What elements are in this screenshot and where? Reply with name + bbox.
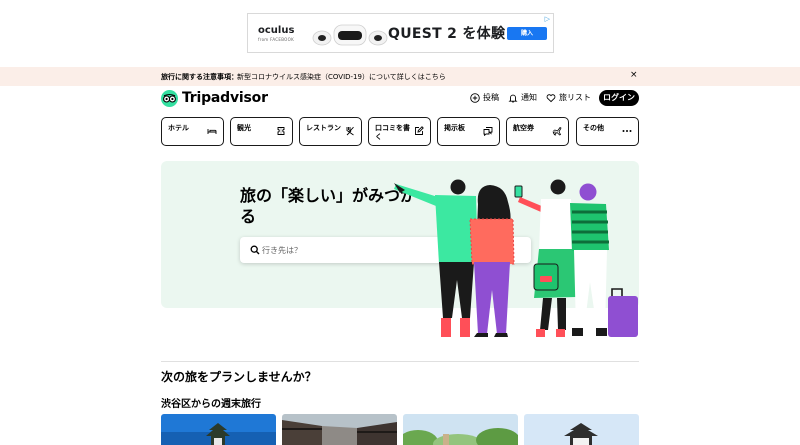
destination-card-3[interactable] xyxy=(403,414,518,445)
edit-icon xyxy=(415,126,424,135)
street-photo xyxy=(282,414,397,445)
chat-icon xyxy=(483,127,493,136)
logo-text: Tripadvisor xyxy=(182,90,268,106)
plus-circle-icon xyxy=(470,92,480,103)
more-icon xyxy=(622,130,632,132)
category-hotels[interactable]: ホテル xyxy=(161,117,224,146)
heart-icon xyxy=(546,93,556,102)
utensils-icon xyxy=(346,126,354,136)
category-label: レストラン xyxy=(306,124,341,132)
category-label: 航空券 xyxy=(513,124,534,132)
covid-notice-bar: 旅行に関する注意事項： 新型コロナウイルス感染症（COVID-19）について詳し… xyxy=(0,67,800,86)
ad-brand-sub: from FACEBOOK xyxy=(258,37,294,42)
trips-label: 旅リスト xyxy=(559,93,591,102)
trips-link[interactable]: 旅リスト xyxy=(546,92,591,103)
castle-photo xyxy=(161,414,276,445)
ad-brand: oculus xyxy=(258,25,295,36)
category-forums[interactable]: 掲示板 xyxy=(437,117,500,146)
adchoices-icon[interactable]: ▷ xyxy=(545,15,550,23)
bed-icon xyxy=(207,129,217,134)
owl-logo-icon xyxy=(161,89,178,107)
alerts-link[interactable]: 通知 xyxy=(508,92,537,103)
notice-title: 旅行に関する注意事項： xyxy=(161,73,238,81)
category-write-review[interactable]: 口コミを書く xyxy=(368,117,431,146)
login-button[interactable]: ログイン xyxy=(599,90,639,106)
section-divider xyxy=(161,361,639,362)
category-label: 掲示板 xyxy=(444,124,465,132)
destination-card-4[interactable] xyxy=(524,414,639,445)
category-things-to-do[interactable]: 観光 xyxy=(230,117,293,146)
search-icon xyxy=(250,245,260,255)
category-label: 口コミを書く xyxy=(375,124,410,141)
tripadvisor-logo[interactable]: Tripadvisor xyxy=(161,89,268,107)
category-label: その他 xyxy=(583,124,604,132)
alerts-label: 通知 xyxy=(521,93,537,102)
ad-brand-logo: oculus from FACEBOOK xyxy=(258,25,294,42)
notice-link[interactable]: 新型コロナウイルス感染症（COVID-19）について詳しくはこちら xyxy=(237,72,446,82)
ticket-icon xyxy=(277,127,285,135)
destination-card-2[interactable] xyxy=(282,414,397,445)
ad-buy-button[interactable]: 購入 xyxy=(507,27,547,40)
hero-banner: 旅の「楽しい」がみつかる xyxy=(161,161,639,308)
plane-icon xyxy=(552,126,562,136)
close-icon[interactable]: × xyxy=(630,70,638,80)
category-more[interactable]: その他 xyxy=(576,117,639,146)
category-flights[interactable]: 航空券 xyxy=(506,117,569,146)
category-label: 観光 xyxy=(237,124,251,132)
category-restaurants[interactable]: レストラン xyxy=(299,117,362,146)
weekend-trips-heading: 渋谷区からの週末旅行 xyxy=(161,399,261,410)
post-label: 投稿 xyxy=(483,93,499,102)
garden-photo xyxy=(403,414,518,445)
ad-banner[interactable]: oculus from FACEBOOK QUEST 2 を体験 購入 ▷ xyxy=(247,13,554,53)
headset-image xyxy=(312,24,388,46)
plan-trip-heading: 次の旅をプランしませんか？ xyxy=(161,370,317,384)
category-nav: ホテル 観光 レストラン 口コミを書く 掲示板 航空券 その他 xyxy=(161,117,639,146)
ad-headline: QUEST 2 を体験 xyxy=(388,26,506,42)
castle-tower-photo xyxy=(524,414,639,445)
hero-search-box[interactable] xyxy=(240,237,531,263)
post-link[interactable]: 投稿 xyxy=(470,92,499,103)
search-input[interactable] xyxy=(262,242,522,258)
hero-title: 旅の「楽しい」がみつかる xyxy=(240,186,417,226)
category-label: ホテル xyxy=(168,124,189,132)
bell-icon xyxy=(508,94,518,102)
destination-card-1[interactable] xyxy=(161,414,276,445)
